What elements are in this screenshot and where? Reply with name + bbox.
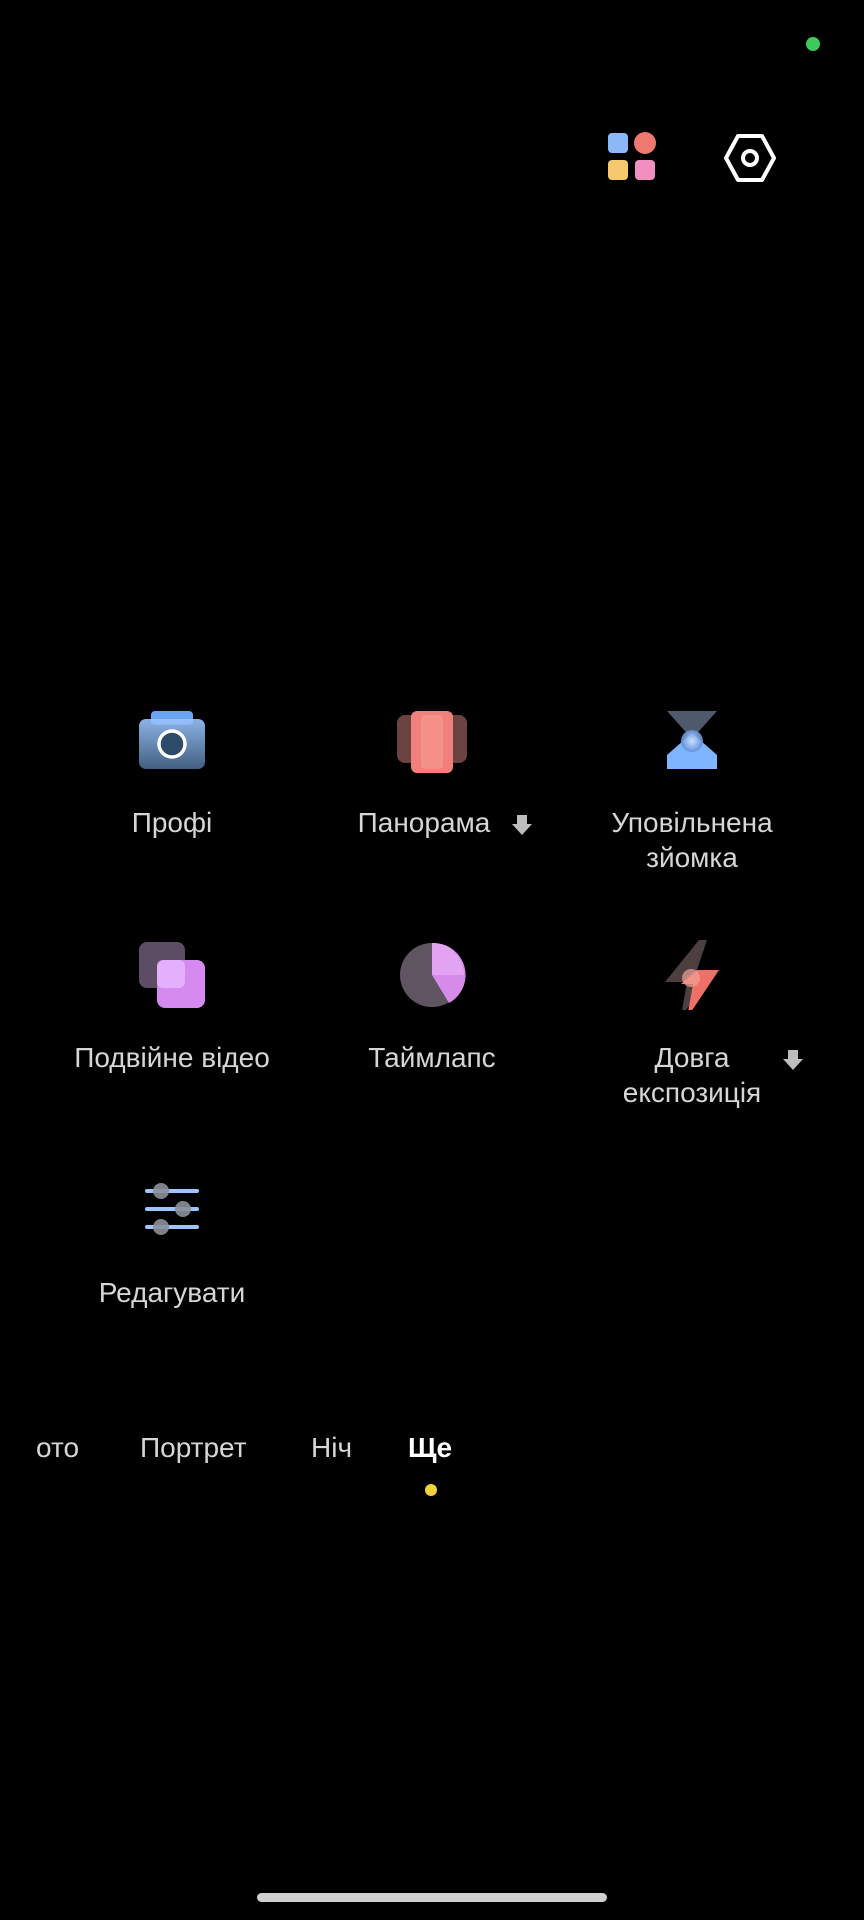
download-icon: [510, 813, 534, 837]
mode-tile-pro[interactable]: Профі: [42, 705, 302, 845]
mode-label: Профі: [131, 807, 213, 838]
dual-video-icon: [137, 940, 207, 1010]
panorama-icon: [397, 705, 467, 775]
mode-label: Редагувати: [98, 1277, 246, 1308]
mode-tile-timelapse[interactable]: Таймлапс: [302, 940, 562, 1080]
mode-label: Уповільнена зйомка: [611, 807, 773, 873]
mode-tile-dual-video[interactable]: Подвійне відео: [42, 940, 302, 1080]
mode-label: Подвійне відео: [74, 1042, 270, 1073]
timelapse-icon: [397, 940, 467, 1010]
pro-camera-icon: [137, 705, 207, 775]
edit-sliders-icon: [137, 1175, 207, 1245]
grid-apps-icon[interactable]: [605, 130, 661, 186]
settings-hexagon-icon[interactable]: [722, 130, 778, 186]
mode-tile-slow-motion[interactable]: Уповільнена зйомка: [562, 705, 822, 880]
tab-portrait[interactable]: Портрет: [140, 1425, 247, 1470]
mode-tile-edit[interactable]: Редагувати: [42, 1175, 302, 1315]
download-icon: [781, 1048, 805, 1072]
tab-more[interactable]: Ще: [408, 1425, 452, 1470]
home-indicator-bar[interactable]: [257, 1893, 607, 1902]
camera-mode-bar: ото Портрет Ніч Ще: [0, 1425, 864, 1496]
mode-tile-long-exposure[interactable]: Довга експозиція: [562, 940, 822, 1115]
status-indicator-dot: [806, 37, 820, 51]
mode-label: Таймлапс: [368, 1042, 496, 1073]
tab-photo[interactable]: ото: [36, 1425, 79, 1470]
slow-motion-icon: [657, 705, 727, 775]
active-tab-indicator: [425, 1484, 437, 1496]
long-exposure-icon: [657, 940, 727, 1018]
mode-tile-panorama[interactable]: Панорама: [302, 705, 562, 845]
tab-night[interactable]: Ніч: [311, 1425, 352, 1470]
